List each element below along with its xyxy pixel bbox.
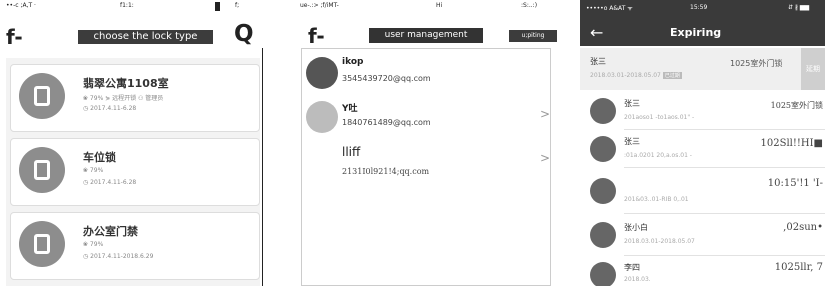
room-text: 1025室外门锁 xyxy=(730,59,783,68)
lock-icon xyxy=(19,73,65,119)
chevron-right-icon: > xyxy=(540,107,551,121)
avatar xyxy=(306,57,338,89)
page-title: choose the lock type xyxy=(78,30,213,44)
battery-text: f; xyxy=(235,2,240,9)
lock-title: 办公室门禁 xyxy=(83,225,138,238)
avatar xyxy=(306,101,338,133)
status-bar: ••-c ;A,T · f1:1: f; xyxy=(0,0,262,14)
validity-period: 201aoso1 -to1aos.01" - xyxy=(624,114,695,121)
avatar xyxy=(590,222,616,248)
parking-lock-icon xyxy=(19,147,65,193)
battery-text: ⇵ ∦ ▆▆ xyxy=(788,4,810,11)
validity-period: 2018.03.01-2018.05.07 已过期 xyxy=(590,72,682,79)
lock-title: 车位锁 xyxy=(83,151,116,164)
expiring-header-row[interactable]: 张三 2018.03.01-2018.05.07 已过期 1025室外门锁 延期 xyxy=(580,48,825,90)
expiring-row[interactable]: 张小白 2018.03.01-2018.05.07 ,02sun• xyxy=(580,216,825,254)
lock-card[interactable]: 翡翠公寓1108室 ❀ 79% ⋟ 远程开锁 ⚇ 管理员 ◷ 2017.4.11… xyxy=(10,64,260,132)
search-icon[interactable]: Q xyxy=(234,21,254,47)
user-name: lliff xyxy=(342,145,361,159)
nav-right-button[interactable]: u;piting xyxy=(509,30,557,42)
navigation-bar: ← Expiring xyxy=(580,20,825,46)
user-row[interactable]: lliff 2131I0l921!4;qq.com > xyxy=(302,137,550,181)
room-text: 1025llr, 7 xyxy=(774,262,823,273)
carrier-text: ue-.:> ;f/iMT- xyxy=(300,2,339,9)
divider xyxy=(624,213,825,214)
panel-divider xyxy=(262,48,263,286)
navigation-bar: f- choose the lock type Q xyxy=(0,21,262,49)
validity-period: :01a.0201 20,a.os.01 - xyxy=(624,152,692,159)
expiring-row[interactable]: 张三 201aoso1 -to1aos.01" - 1025室外门锁 xyxy=(580,94,825,128)
lock-title: 翡翠公寓1108室 xyxy=(83,77,169,90)
user-name: Y吐 xyxy=(342,104,358,114)
user-name: 李四 xyxy=(624,263,640,272)
expiring-row[interactable]: 张三 :01a.0201 20,a.os.01 - 102Sll!!HI■ xyxy=(580,132,825,166)
user-name: 张三 xyxy=(624,99,640,108)
lock-type-screen: ••-c ;A,T · f1:1: f; f- choose the lock … xyxy=(0,0,262,286)
chevron-right-icon: > xyxy=(540,151,551,165)
expiring-row[interactable]: 201&03..01-RIB 0,.01 10:15'!1 'I- xyxy=(580,172,825,212)
user-email: 3545439720@qq.com xyxy=(342,74,431,83)
page-title: user management xyxy=(369,28,483,43)
battery-text: :S:..:) xyxy=(521,2,538,9)
navigation-bar: f- user management u;piting xyxy=(296,24,559,48)
user-email: 1840761489@qq.com xyxy=(342,118,431,127)
room-text: 1025室外门锁 xyxy=(770,101,823,110)
lock-period: ◷ 2017.4.11-6.28 xyxy=(83,179,137,186)
divider xyxy=(624,167,825,168)
clock-text: f1:1: xyxy=(120,2,134,9)
back-arrow-icon[interactable]: ← xyxy=(590,23,603,42)
user-email: 2131I0l921!4;qq.com xyxy=(342,167,430,176)
status-badge: 已过期 xyxy=(662,72,682,79)
user-name: 张小白 xyxy=(624,223,648,232)
page-title: Expiring xyxy=(670,26,722,39)
back-button[interactable]: f- xyxy=(6,25,23,49)
user-management-screen: ue-.:> ;f/iMT- Hi :S:..:) f- user manage… xyxy=(296,0,559,286)
room-text: ,02sun• xyxy=(783,222,823,233)
lock-list: 翡翠公寓1108室 ❀ 79% ⋟ 远程开锁 ⚇ 管理员 ◷ 2017.4.11… xyxy=(6,58,260,286)
expiring-screen: •••••o A&AT ᯤ 15:59 ⇵ ∦ ▆▆ ← Expiring 张三… xyxy=(580,0,825,286)
carrier-text: ••-c ;A,T · xyxy=(6,2,36,9)
lock-period: ◷ 2017.4.11-6.28 xyxy=(83,105,137,112)
access-control-icon xyxy=(19,221,65,267)
user-name: ikop xyxy=(342,57,364,67)
divider xyxy=(624,255,825,256)
user-row[interactable]: Y吐 1840761489@qq.com > xyxy=(302,93,550,137)
back-button[interactable]: f- xyxy=(308,24,325,48)
clock-text: Hi xyxy=(436,2,443,9)
avatar xyxy=(590,136,616,162)
avatar xyxy=(590,98,616,124)
carrier-text: •••••o A&AT ᯤ xyxy=(586,5,633,12)
status-bar: ue-.:> ;f/iMT- Hi :S:..:) xyxy=(296,0,559,14)
lock-info: ❀ 79% ⋟ 远程开锁 ⚇ 管理员 xyxy=(83,95,164,102)
lock-battery: ❀ 79% xyxy=(83,167,104,174)
lock-battery: ❀ 79% xyxy=(83,241,104,248)
room-text: 102Sll!!HI■ xyxy=(760,138,824,149)
clock-text: 15:59 xyxy=(690,4,708,11)
lock-card[interactable]: 车位锁 ❀ 79% ◷ 2017.4.11-6.28 xyxy=(10,138,260,206)
user-list: ikop 3545439720@qq.com Y吐 1840761489@qq.… xyxy=(301,48,551,286)
user-row[interactable]: ikop 3545439720@qq.com xyxy=(302,49,550,93)
avatar xyxy=(590,178,616,204)
extend-button[interactable]: 延期 xyxy=(801,48,825,90)
lock-card[interactable]: 办公室门禁 ❀ 79% ◷ 2017.4.11-2018.6.29 xyxy=(10,212,260,280)
validity-period: 2018.03.01-2018.05.07 xyxy=(624,238,695,245)
lock-period: ◷ 2017.4.11-2018.6.29 xyxy=(83,253,154,260)
room-text: 10:15'!1 'I- xyxy=(767,178,823,189)
user-name: 张三 xyxy=(590,57,606,66)
validity-period: 201&03..01-RIB 0,.01 xyxy=(624,196,689,203)
signal-block xyxy=(215,2,220,11)
expiring-row[interactable]: 李四 2018.03. 1025llr, 7 xyxy=(580,258,825,286)
validity-period: 2018.03. xyxy=(624,276,651,283)
avatar xyxy=(590,262,616,286)
user-name: 张三 xyxy=(624,137,640,146)
divider xyxy=(624,129,825,130)
